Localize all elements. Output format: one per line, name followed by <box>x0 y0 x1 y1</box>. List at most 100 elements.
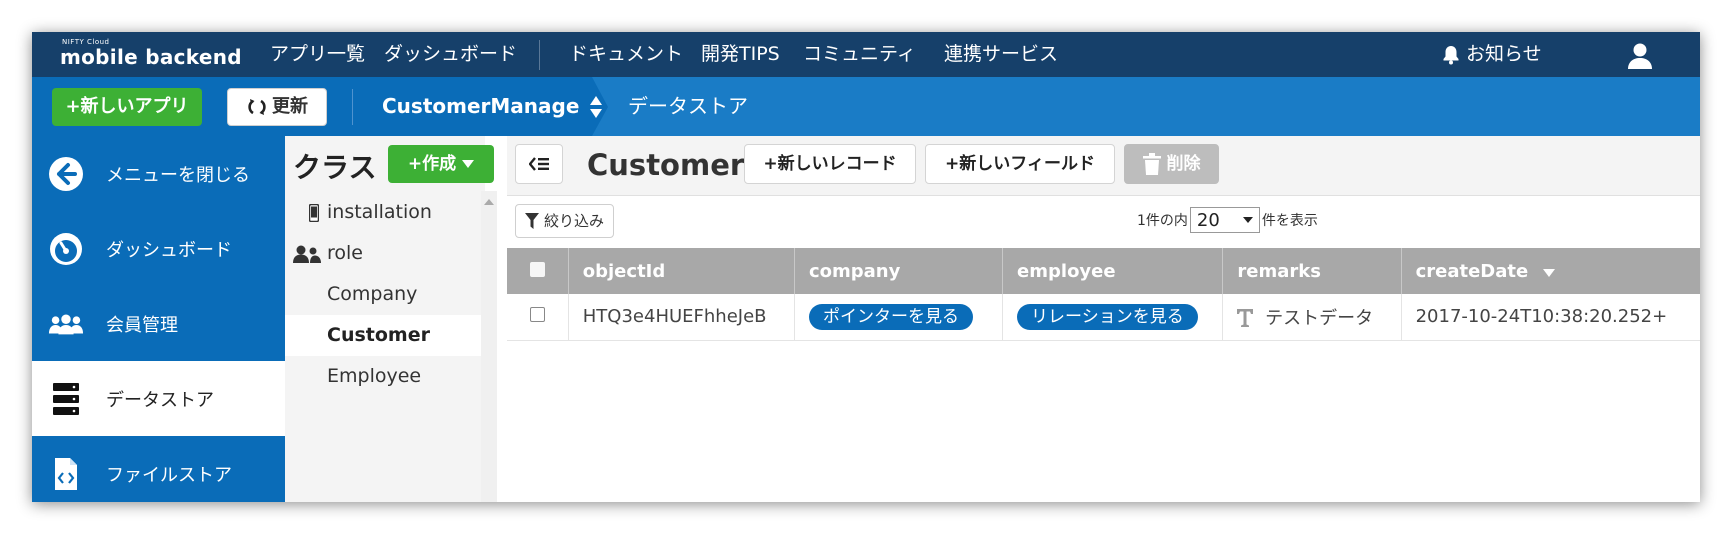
view-relation-button[interactable]: リレーションを見る <box>1017 303 1198 330</box>
column-header-createdate[interactable]: createDate <box>1401 248 1700 294</box>
class-item-employee[interactable]: Employee <box>285 356 481 397</box>
collapse-left-icon <box>528 157 549 171</box>
delete-button[interactable]: 削除 <box>1124 144 1219 184</box>
users-icon <box>48 306 84 342</box>
nav-dev-tips[interactable]: 開発TIPS <box>701 32 780 77</box>
delete-label: 削除 <box>1166 154 1201 174</box>
file-code-icon <box>48 456 84 492</box>
current-class-title: Customer <box>587 148 745 182</box>
nav-app-list[interactable]: アプリ一覧 <box>270 32 365 77</box>
app-window: NIFTY Cloud mobile backend アプリ一覧 ダッシュボード… <box>32 32 1700 502</box>
class-item-installation[interactable]: installation <box>285 192 481 233</box>
class-item-label: Customer <box>327 324 430 346</box>
sort-desc-icon <box>1542 268 1555 277</box>
sort-updown-icon <box>590 95 603 118</box>
class-panel: クラス +作成 installation role Company Custom… <box>285 136 497 502</box>
logo-text: mobile backend <box>60 45 242 69</box>
refresh-icon <box>248 99 266 115</box>
column-header-objectid[interactable]: objectId <box>568 248 795 294</box>
sidebar-item-members[interactable]: 会員管理 <box>32 286 285 361</box>
database-icon <box>48 381 84 417</box>
breadcrumb-current: データストア <box>628 94 748 118</box>
cell-company: ポインターを見る <box>794 294 1004 341</box>
sidebar: メニューを閉じる ダッシュボード 会員管理 データストア ファイルストア <box>32 136 285 502</box>
class-panel-title: クラス <box>293 151 377 184</box>
top-header: NIFTY Cloud mobile backend アプリ一覧 ダッシュボード… <box>32 32 1700 77</box>
nav-documents[interactable]: ドキュメント <box>569 32 683 77</box>
record-toolbar: Customer +新しいレコード +新しいフィールド 削除 <box>507 136 1700 196</box>
cell-remarks[interactable]: テストデータ <box>1222 294 1402 341</box>
class-item-label: role <box>327 242 363 264</box>
table-header-row: objectId company employee remarks create… <box>507 248 1700 294</box>
sidebar-item-label: メニューを閉じる <box>106 164 250 186</box>
gauge-icon <box>48 231 84 267</box>
create-class-label: +作成 <box>407 154 457 174</box>
new-record-button[interactable]: +新しいレコード <box>744 144 916 184</box>
cell-objectid[interactable]: HTQ3e4HUEFhheJeB <box>568 294 795 341</box>
column-header-employee[interactable]: employee <box>1002 248 1224 294</box>
remarks-value: テストデータ <box>1265 307 1374 329</box>
row-select-cell <box>507 294 569 341</box>
filter-label: 絞り込み <box>544 212 605 230</box>
sidebar-item-filestore[interactable]: ファイルストア <box>32 436 285 502</box>
nav-integrations[interactable]: 連携サービス <box>944 32 1058 77</box>
page-size-prefix: 1件の内 <box>1137 213 1188 229</box>
cell-createdate[interactable]: 2017-10-24T10:38:20.252+ <box>1401 294 1700 341</box>
refresh-button[interactable]: 更新 <box>227 88 327 126</box>
caret-down-icon <box>462 160 475 168</box>
sidebar-item-label: データストア <box>106 389 214 411</box>
filter-button[interactable]: 絞り込み <box>515 204 615 238</box>
create-class-button[interactable]: +作成 <box>388 145 494 183</box>
bell-icon <box>1443 45 1459 64</box>
class-list-scrollbar[interactable] <box>481 191 497 502</box>
notifications-button[interactable]: お知らせ <box>1442 32 1542 77</box>
scroll-up-icon[interactable] <box>484 199 494 205</box>
sidebar-item-label: ファイルストア <box>106 464 232 486</box>
user-icon[interactable] <box>1626 42 1654 70</box>
trash-icon <box>1142 153 1161 175</box>
table-row[interactable]: HTQ3e4HUEFhheJeB ポインターを見る リレーションを見る テストデ… <box>507 294 1700 341</box>
sidebar-item-datastore[interactable]: データストア <box>32 361 285 436</box>
page-size-control: 1件の内 20 件を表示 <box>1137 206 1318 234</box>
new-app-button[interactable]: +新しいアプリ <box>52 88 202 126</box>
class-item-label: Employee <box>327 365 422 387</box>
subbar-divider <box>352 89 353 125</box>
class-item-role[interactable]: role <box>285 233 481 274</box>
nav-dashboard[interactable]: ダッシュボード <box>384 32 517 77</box>
class-item-label: Company <box>327 283 418 305</box>
column-header-remarks[interactable]: remarks <box>1222 248 1402 294</box>
page-size-suffix: 件を表示 <box>1261 213 1318 229</box>
select-all-checkbox[interactable] <box>529 261 545 277</box>
page-size-select[interactable]: 20 <box>1189 207 1260 233</box>
page-size-value: 20 <box>1196 209 1220 231</box>
sidebar-item-close-menu[interactable]: メニューを閉じる <box>32 136 285 211</box>
main-panel: Customer +新しいレコード +新しいフィールド 削除 絞り込み 1件の内… <box>507 136 1700 502</box>
mobile-icon <box>309 204 319 222</box>
select-all-cell <box>507 248 569 294</box>
app-selector[interactable]: CustomerManage <box>382 77 603 136</box>
class-item-company[interactable]: Company <box>285 274 481 315</box>
class-item-customer[interactable]: Customer <box>285 315 481 356</box>
column-header-company[interactable]: company <box>794 248 1004 294</box>
column-header-label: createDate <box>1415 260 1529 282</box>
notifications-label: お知らせ <box>1466 43 1542 65</box>
sidebar-item-label: ダッシュボード <box>106 239 232 261</box>
app-bar: +新しいアプリ 更新 CustomerManage データストア <box>32 77 1700 136</box>
new-field-button[interactable]: +新しいフィールド <box>925 144 1115 184</box>
cell-employee: リレーションを見る <box>1002 294 1224 341</box>
view-pointer-button[interactable]: ポインターを見る <box>808 303 973 330</box>
arrow-left-circle-icon <box>48 156 84 192</box>
logo[interactable]: NIFTY Cloud mobile backend <box>60 38 242 68</box>
filter-icon <box>525 213 539 229</box>
records-table: objectId company employee remarks create… <box>507 248 1700 341</box>
row-checkbox[interactable] <box>529 307 545 323</box>
sidebar-item-dashboard[interactable]: ダッシュボード <box>32 211 285 286</box>
class-item-label: installation <box>327 201 432 223</box>
sidebar-item-label: 会員管理 <box>106 314 178 336</box>
nav-community[interactable]: コミュニティ <box>803 32 916 77</box>
app-name: CustomerManage <box>382 94 580 118</box>
collapse-class-list-button[interactable] <box>515 144 563 184</box>
refresh-label: 更新 <box>272 96 308 117</box>
role-users-icon <box>293 245 321 263</box>
text-type-icon <box>1237 308 1254 327</box>
